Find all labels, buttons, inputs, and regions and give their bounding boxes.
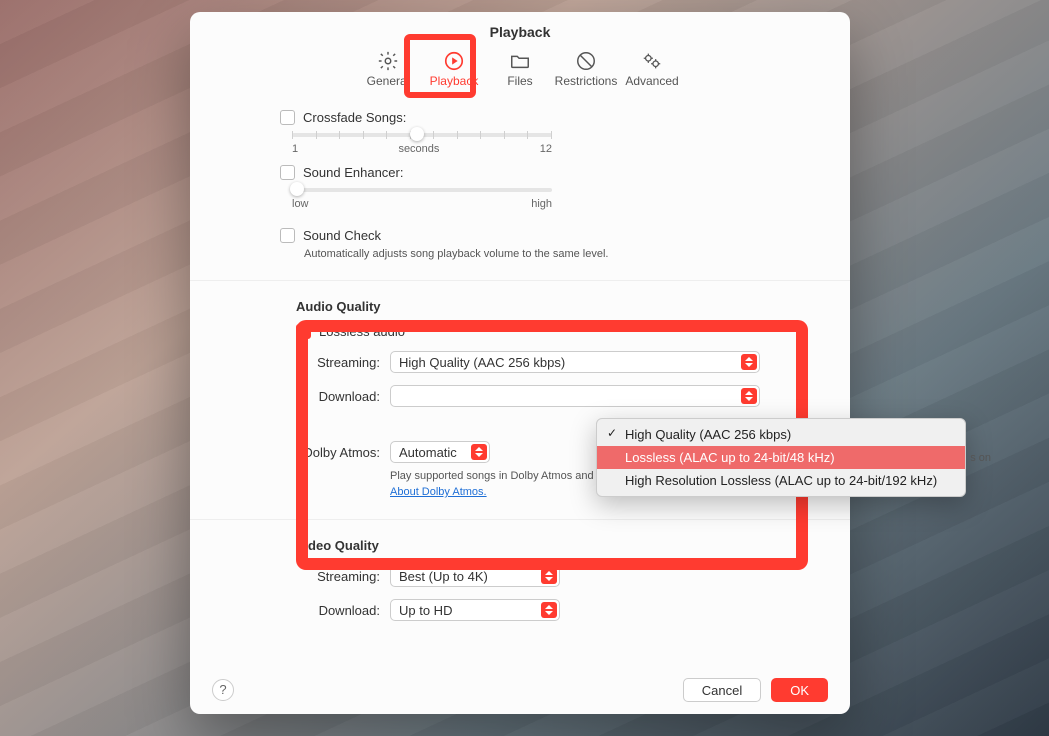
folder-icon bbox=[509, 50, 531, 72]
select-value: Up to HD bbox=[399, 603, 452, 618]
caret-icon bbox=[541, 602, 557, 618]
about-dolby-link[interactable]: About Dolby Atmos. bbox=[390, 486, 487, 498]
crossfade-slider[interactable]: 1 seconds 12 bbox=[292, 133, 552, 155]
menu-item-label: High Resolution Lossless (ALAC up to 24-… bbox=[625, 473, 937, 488]
enhancer-slider[interactable]: low high bbox=[292, 188, 552, 210]
menu-item-label: Lossless (ALAC up to 24-bit/48 kHz) bbox=[625, 450, 835, 465]
tab-label: Restrictions bbox=[555, 74, 618, 88]
crossfade-min: 1 bbox=[292, 143, 298, 155]
enhancer-checkbox[interactable] bbox=[280, 165, 295, 180]
lossless-checkbox[interactable] bbox=[296, 324, 311, 339]
crossfade-checkbox[interactable] bbox=[280, 110, 295, 125]
enhancer-label: Sound Enhancer: bbox=[303, 165, 403, 180]
dolby-select[interactable]: Automatic bbox=[390, 441, 490, 463]
select-value: Best (Up to 4K) bbox=[399, 569, 488, 584]
video-streaming-select[interactable]: Best (Up to 4K) bbox=[390, 565, 560, 587]
streaming-label: Streaming: bbox=[280, 355, 380, 370]
slider-thumb[interactable] bbox=[410, 127, 424, 141]
menu-item-hires-lossless[interactable]: High Resolution Lossless (ALAC up to 24-… bbox=[597, 469, 965, 492]
soundcheck-checkbox[interactable] bbox=[280, 228, 295, 243]
soundcheck-label: Sound Check bbox=[303, 228, 381, 243]
enhancer-low: low bbox=[292, 198, 309, 210]
soundcheck-desc: Automatically adjusts song playback volu… bbox=[304, 247, 760, 262]
help-button[interactable]: ? bbox=[212, 679, 234, 701]
tab-advanced[interactable]: Advanced bbox=[619, 46, 685, 88]
video-download-select[interactable]: Up to HD bbox=[390, 599, 560, 621]
menu-item-label: High Quality (AAC 256 kbps) bbox=[625, 427, 791, 442]
audio-quality-heading: Audio Quality bbox=[296, 299, 760, 314]
tab-label: Files bbox=[507, 74, 532, 88]
audio-download-select[interactable] bbox=[390, 385, 760, 407]
tab-label: General bbox=[367, 74, 410, 88]
caret-icon bbox=[471, 444, 487, 460]
window-title: Playback bbox=[190, 12, 850, 40]
crossfade-unit: seconds bbox=[398, 143, 439, 155]
tab-files[interactable]: Files bbox=[487, 46, 553, 88]
caret-icon bbox=[741, 388, 757, 404]
video-streaming-label: Streaming: bbox=[280, 569, 380, 584]
gears-icon bbox=[641, 50, 663, 72]
caret-icon bbox=[741, 354, 757, 370]
ok-button[interactable]: OK bbox=[771, 678, 828, 702]
preferences-panel: Playback General Playback Files Restrict… bbox=[190, 12, 850, 714]
dolby-label: Dolby Atmos: bbox=[280, 445, 380, 460]
truncated-text: s on bbox=[970, 452, 991, 464]
tab-restrictions[interactable]: Restrictions bbox=[553, 46, 619, 88]
menu-item-high-quality[interactable]: High Quality (AAC 256 kbps) bbox=[597, 423, 965, 446]
slider-thumb[interactable] bbox=[290, 182, 304, 196]
select-value: Automatic bbox=[399, 445, 457, 460]
preferences-toolbar: General Playback Files Restrictions Adva… bbox=[190, 46, 850, 100]
no-entry-icon bbox=[575, 50, 597, 72]
caret-icon bbox=[541, 568, 557, 584]
crossfade-max: 12 bbox=[540, 143, 552, 155]
audio-streaming-select[interactable]: High Quality (AAC 256 kbps) bbox=[390, 351, 760, 373]
select-value: High Quality (AAC 256 kbps) bbox=[399, 355, 565, 370]
button-label: OK bbox=[790, 683, 809, 698]
video-quality-heading: Video Quality bbox=[296, 538, 760, 553]
menu-item-lossless[interactable]: Lossless (ALAC up to 24-bit/48 kHz) s on bbox=[597, 446, 965, 469]
cancel-button[interactable]: Cancel bbox=[683, 678, 761, 702]
button-label: Cancel bbox=[702, 683, 742, 698]
crossfade-label: Crossfade Songs: bbox=[303, 110, 406, 125]
download-label: Download: bbox=[280, 389, 380, 404]
tab-label: Advanced bbox=[625, 74, 678, 88]
video-download-label: Download: bbox=[280, 603, 380, 618]
annotation-highlight-tab bbox=[404, 34, 476, 98]
enhancer-high: high bbox=[531, 198, 552, 210]
download-quality-menu: High Quality (AAC 256 kbps) Lossless (AL… bbox=[596, 418, 966, 497]
lossless-label: Lossless audio bbox=[319, 324, 405, 339]
gear-icon bbox=[377, 50, 399, 72]
